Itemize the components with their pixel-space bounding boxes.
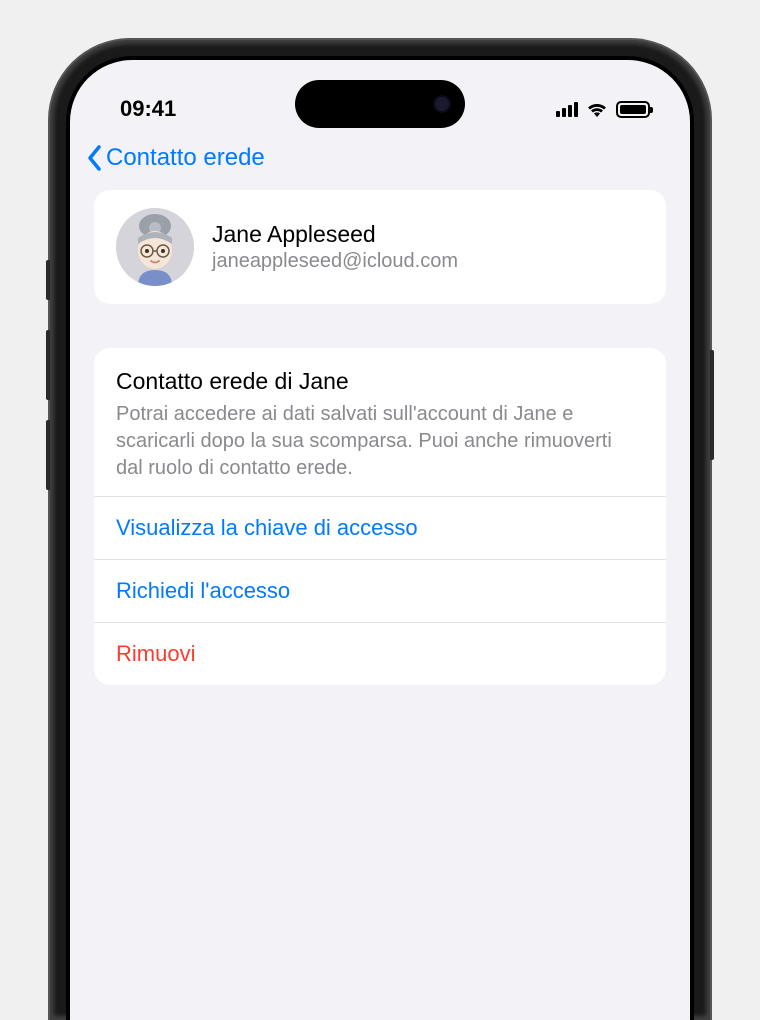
volume-down-button (46, 420, 50, 490)
battery-icon (616, 101, 650, 118)
phone-frame: 09:41 (50, 40, 710, 1020)
contact-card: Jane Appleseed janeappleseed@icloud.com (94, 190, 666, 304)
silent-switch (46, 260, 50, 300)
power-button (710, 350, 714, 460)
request-access-button[interactable]: Richiedi l'accesso (94, 559, 666, 622)
section-description: Potrai accedere ai dati salvati sull'acc… (116, 401, 644, 482)
remove-button[interactable]: Rimuovi (94, 622, 666, 685)
dynamic-island (295, 80, 465, 128)
navigation-bar: Contatto erede (70, 130, 690, 190)
contact-email: janeappleseed@icloud.com (212, 250, 458, 273)
contact-row[interactable]: Jane Appleseed janeappleseed@icloud.com (94, 190, 666, 304)
back-chevron-icon[interactable] (84, 144, 104, 172)
legacy-section-card: Contatto erede di Jane Potrai accedere a… (94, 348, 666, 685)
section-title: Contatto erede di Jane (116, 368, 644, 395)
cellular-signal-icon (556, 101, 578, 117)
front-camera-icon (433, 95, 451, 113)
view-access-key-button[interactable]: Visualizza la chiave di accesso (94, 496, 666, 559)
volume-up-button (46, 330, 50, 400)
avatar (116, 208, 194, 286)
status-time: 09:41 (120, 96, 176, 122)
contact-name: Jane Appleseed (212, 221, 458, 248)
screen: 09:41 (70, 60, 690, 1020)
wifi-icon (586, 101, 608, 117)
back-button-label[interactable]: Contatto erede (106, 144, 265, 172)
